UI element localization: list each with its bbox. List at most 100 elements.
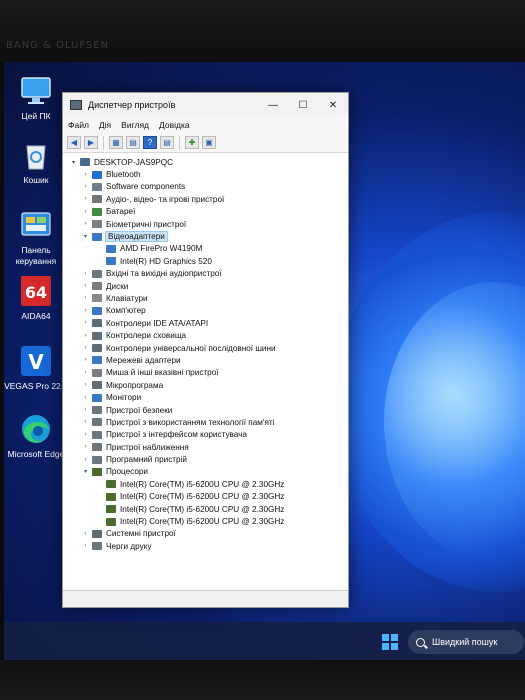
tree-category[interactable]: › Пристрої наближення <box>63 441 348 453</box>
back-button[interactable]: ◀ <box>67 136 81 149</box>
tree-category[interactable]: › Мережеві адаптери <box>63 354 348 366</box>
device-icon <box>92 319 102 328</box>
desktop-icon-edge[interactable]: Microsoft Edge <box>4 412 68 460</box>
expand-chevron-icon[interactable]: › <box>81 370 90 376</box>
device-icon <box>92 294 102 303</box>
expand-chevron-icon[interactable]: › <box>81 172 90 178</box>
tree-label: DESKTOP-JAS9PQC <box>94 157 174 167</box>
forward-button[interactable]: ▶ <box>84 136 98 149</box>
menu-file[interactable]: Файл <box>68 120 89 130</box>
tree-device[interactable]: AMD FirePro W4190M <box>63 243 348 255</box>
desktop-icon-aida64[interactable]: 64 AIDA64 <box>4 274 68 322</box>
tree-device[interactable]: Intel(R) Core(TM) i5-6200U CPU @ 2.30GHz <box>63 491 348 503</box>
tree-category[interactable]: › Аудіо-, відео- та ігрові пристрої <box>63 193 348 205</box>
desktop-icon-vegas-pro[interactable]: V VEGAS Pro 22.0 <box>4 344 68 392</box>
tree-category[interactable]: › Пристрої безпеки <box>63 404 348 416</box>
tree-category[interactable]: ▾ Відеоадаптери <box>63 230 348 243</box>
tree-label: Батареї <box>106 207 136 217</box>
tree-category[interactable]: › Контролери універсальної послідовної ши… <box>63 342 348 354</box>
expand-chevron-icon[interactable]: › <box>81 320 90 326</box>
tree-category[interactable]: › Диски <box>63 280 348 292</box>
tree-category[interactable]: › Програмний пристрій <box>63 453 348 465</box>
expand-chevron-icon[interactable]: › <box>81 271 90 277</box>
tree-category[interactable]: › Комп'ютер <box>63 305 348 317</box>
tree-category[interactable]: › Мікропрограма <box>63 379 348 391</box>
tree-category[interactable]: › Контролери сховища <box>63 329 348 341</box>
device-icon <box>92 430 102 439</box>
expand-chevron-icon[interactable]: › <box>81 308 90 314</box>
expand-chevron-icon[interactable]: › <box>81 184 90 190</box>
tree-category[interactable]: › Software components <box>63 181 348 193</box>
tree-category[interactable]: › Вхідні та вихідні аудіопристрої <box>63 268 348 280</box>
tree-root[interactable]: ▾ DESKTOP-JAS9PQC <box>63 156 348 168</box>
desktop-icon-label: AIDA64 <box>21 311 51 321</box>
help-button[interactable]: ? <box>143 136 157 149</box>
expand-chevron-icon[interactable]: › <box>81 395 90 401</box>
tree-category[interactable]: › Батареї <box>63 206 348 218</box>
tree-device[interactable]: Intel(R) Core(TM) i5-6200U CPU @ 2.30GHz <box>63 478 348 490</box>
desktop-icon-control-panel[interactable]: Панель керування <box>4 208 68 267</box>
expand-chevron-icon[interactable]: › <box>81 196 90 202</box>
maximize-button[interactable]: ☐ <box>288 93 318 117</box>
collapse-chevron-icon[interactable]: ▾ <box>81 233 90 240</box>
collapse-chevron-icon[interactable]: ▾ <box>81 468 90 475</box>
expand-chevron-icon[interactable]: › <box>81 432 90 438</box>
desktop-icon-label: Цей ПК <box>21 111 51 121</box>
tree-label: Мережеві адаптери <box>106 355 181 365</box>
tree-device[interactable]: Intel(R) Core(TM) i5-6200U CPU @ 2.30GHz <box>63 503 348 515</box>
view-button[interactable]: ▤ <box>160 136 174 149</box>
desktop-icon-this-pc[interactable]: Цей ПК <box>4 74 68 122</box>
expand-chevron-icon[interactable]: › <box>81 345 90 351</box>
scan-hardware-button[interactable]: ✚ <box>185 136 199 149</box>
expand-chevron-icon[interactable]: › <box>81 382 90 388</box>
tree-category[interactable]: › Системні пристрої <box>63 528 348 540</box>
device-icon <box>106 492 116 501</box>
tree-device[interactable]: Intel(R) Core(TM) i5-6200U CPU @ 2.30GHz <box>63 515 348 527</box>
tree-category[interactable]: › Черги друку <box>63 540 348 552</box>
computer-button[interactable]: ▣ <box>202 136 216 149</box>
tree-label: Контролери універсальної послідовної шин… <box>106 343 276 353</box>
expand-chevron-icon[interactable]: › <box>81 444 90 450</box>
device-icon <box>92 306 102 315</box>
close-button[interactable]: ✕ <box>318 93 348 117</box>
desktop-icon-recycle-bin[interactable]: Кошик <box>4 138 68 186</box>
tree-category[interactable]: › Клавіатури <box>63 292 348 304</box>
tree-category[interactable]: › Миша й інші вказівні пристрої <box>63 367 348 379</box>
title-bar[interactable]: Диспетчер пристроїв — ☐ ✕ <box>63 93 348 117</box>
tree-device[interactable]: Intel(R) HD Graphics 520 <box>63 255 348 267</box>
tree-category[interactable]: › Bluetooth <box>63 168 348 180</box>
tree-category[interactable]: › Пристрої з використанням технології пам… <box>63 416 348 428</box>
tree-category[interactable]: › Пристрої з інтерфейсом користувача <box>63 429 348 441</box>
collapse-chevron-icon[interactable]: ▾ <box>69 159 78 166</box>
menu-action[interactable]: Дія <box>99 120 111 130</box>
expand-chevron-icon[interactable]: › <box>81 357 90 363</box>
tree-category[interactable]: › Контролери IDE ATA/ATAPI <box>63 317 348 329</box>
expand-chevron-icon[interactable]: › <box>81 333 90 339</box>
expand-chevron-icon[interactable]: › <box>81 457 90 463</box>
expand-chevron-icon[interactable]: › <box>81 407 90 413</box>
device-list-button[interactable]: ▤ <box>126 136 140 149</box>
expand-chevron-icon[interactable]: › <box>81 295 90 301</box>
device-icon <box>106 257 116 266</box>
expand-chevron-icon[interactable]: › <box>81 209 90 215</box>
tree-category[interactable]: › Біометричні пристрої <box>63 218 348 230</box>
device-icon <box>106 480 116 489</box>
taskbar-search[interactable]: Швидкий пошук <box>408 630 524 654</box>
expand-chevron-icon[interactable]: › <box>81 419 90 425</box>
device-icon <box>92 406 102 414</box>
tree-label: Intel(R) Core(TM) i5-6200U CPU @ 2.30GHz <box>120 492 285 502</box>
expand-chevron-icon[interactable]: › <box>81 531 90 537</box>
tree-label: Контролери IDE ATA/ATAPI <box>106 318 209 328</box>
tree-category[interactable]: › Монітори <box>63 391 348 403</box>
tree-label: Пристрої наближення <box>106 442 189 452</box>
expand-chevron-icon[interactable]: › <box>81 543 90 549</box>
expand-chevron-icon[interactable]: › <box>81 221 90 227</box>
tree-category[interactable]: ▾ Процесори <box>63 466 348 478</box>
minimize-button[interactable]: — <box>258 93 288 117</box>
menu-view[interactable]: Вигляд <box>121 120 149 130</box>
expand-chevron-icon[interactable]: › <box>81 283 90 289</box>
device-icon <box>92 368 102 377</box>
start-button[interactable] <box>382 634 398 650</box>
properties-button[interactable]: ▦ <box>109 136 123 149</box>
menu-help[interactable]: Довідка <box>159 120 190 130</box>
